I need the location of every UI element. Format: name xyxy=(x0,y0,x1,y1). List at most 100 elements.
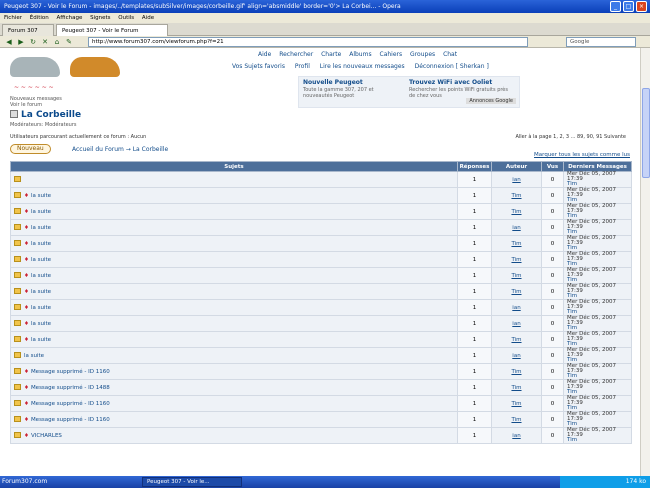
last-post-cell: Mer Déc 05, 2007 17:39 Tim xyxy=(563,411,632,428)
nav-new-posts-link[interactable]: Lire les nouveaux messages xyxy=(320,63,405,70)
menu-bookmarks[interactable]: Signets xyxy=(90,15,110,21)
tab-forum307[interactable]: Forum 307 xyxy=(2,24,54,36)
nav-logout-link[interactable]: Déconnexion [ Sherkan ] xyxy=(415,63,489,70)
author-link[interactable]: Tim xyxy=(491,331,542,348)
replies-cell: 1 xyxy=(457,331,492,348)
menu-help[interactable]: Aide xyxy=(142,15,154,21)
author-link[interactable]: Tim xyxy=(491,363,542,380)
system-tray: 174 ko xyxy=(560,476,650,488)
replies-cell: 1 xyxy=(457,315,492,332)
pagination[interactable]: Aller à la page 1, 2, 3 ... 89, 90, 91 S… xyxy=(515,134,626,140)
nav-albums-link[interactable]: Albums xyxy=(349,51,371,58)
author-link[interactable]: ian xyxy=(491,299,542,316)
close-icon[interactable]: × xyxy=(636,1,647,12)
nav-search-link[interactable]: Rechercher xyxy=(279,51,313,58)
topic-cell: ♦ Message supprimé - ID 1160 xyxy=(10,395,458,412)
header-last-post: Derniers Messages xyxy=(563,161,632,172)
new-topic-button[interactable]: Nouveau xyxy=(10,144,51,154)
views-cell: 0 xyxy=(541,395,564,412)
nav-profile-link[interactable]: Profil xyxy=(295,63,310,70)
views-cell: 0 xyxy=(541,235,564,252)
stop-icon[interactable]: ✕ xyxy=(40,37,50,47)
vertical-scrollbar[interactable] xyxy=(640,48,650,476)
nav-chat-link[interactable]: Chat xyxy=(443,51,457,58)
author-link[interactable]: Tim xyxy=(491,379,542,396)
folder-icon xyxy=(14,288,21,294)
author-link[interactable]: Tim xyxy=(491,267,542,284)
topic-cell: ♦ Message supprimé - ID 1160 xyxy=(10,411,458,428)
address-bar[interactable]: http://www.forum307.com/viewforum.php?f=… xyxy=(88,37,528,47)
last-post-user[interactable]: Tim xyxy=(567,437,628,443)
topic-link[interactable]: la suite xyxy=(31,321,51,327)
nav-notebooks-link[interactable]: Cahiers xyxy=(380,51,403,58)
forum-title-text[interactable]: La Corbeille xyxy=(21,110,81,120)
topic-link[interactable]: la suite xyxy=(31,337,51,343)
topic-link[interactable]: la suite xyxy=(31,241,51,247)
topic-link[interactable]: la suite xyxy=(31,225,51,231)
topic-link[interactable]: VICHARLES xyxy=(31,433,62,439)
topic-link[interactable]: la suite xyxy=(31,289,51,295)
topic-link[interactable]: Message supprimé - ID 1160 xyxy=(31,401,110,407)
folder-icon xyxy=(14,384,21,390)
topic-cell: ♦ Message supprimé - ID 1488 xyxy=(10,379,458,396)
author-link[interactable]: Tim xyxy=(491,235,542,252)
edit-icon[interactable]: ✎ xyxy=(64,37,74,47)
topic-link[interactable]: Message supprimé - ID 1488 xyxy=(31,385,110,391)
menu-tools[interactable]: Outils xyxy=(118,15,134,21)
author-link[interactable]: ian xyxy=(491,171,542,188)
ad-badge[interactable]: Annonces Google xyxy=(466,98,516,104)
tab-peugeot-forum[interactable]: Peugeot 307 - Voir le Forum xyxy=(56,24,168,36)
topic-link[interactable]: la suite xyxy=(31,257,51,263)
maximize-icon[interactable]: □ xyxy=(623,1,634,12)
author-link[interactable]: Tim xyxy=(491,411,542,428)
breadcrumb[interactable]: Accueil du Forum → La Corbeille xyxy=(72,146,168,153)
topic-link[interactable]: la suite xyxy=(31,193,51,199)
author-link[interactable]: ian xyxy=(491,427,542,444)
menu-view[interactable]: Affichage xyxy=(57,15,83,21)
home-icon[interactable]: ⌂ xyxy=(52,37,62,47)
back-icon[interactable]: ◀ xyxy=(4,37,14,47)
topic-link[interactable]: la suite xyxy=(31,209,51,215)
ad-right-title[interactable]: Trouvez WiFi avec Ooliet xyxy=(409,79,492,86)
search-input[interactable]: Google xyxy=(566,37,636,47)
table-row: 1 ian 0 Mer Déc 05, 2007 17:39 Tim xyxy=(10,171,632,188)
topic-link[interactable]: Message supprimé - ID 1160 xyxy=(31,369,110,375)
topic-link[interactable]: la suite xyxy=(31,305,51,311)
minimize-icon[interactable]: _ xyxy=(610,1,621,12)
taskbar-window-button[interactable]: Peugeot 307 - Voir le... xyxy=(142,477,242,487)
topic-link[interactable]: la suite xyxy=(24,353,44,359)
topics-table: Sujets Réponses Auteur Vus Derniers Mess… xyxy=(10,161,632,444)
menu-file[interactable]: Fichier xyxy=(4,15,22,21)
author-link[interactable]: Tim xyxy=(491,187,542,204)
folder-icon xyxy=(14,272,21,278)
page-title: La Corbeille xyxy=(10,110,81,120)
author-link[interactable]: ian xyxy=(491,219,542,236)
topic-cell: ♦ la suite xyxy=(10,315,458,332)
folder-icon xyxy=(14,256,21,262)
author-link[interactable]: ian xyxy=(491,347,542,364)
nav-favorites-link[interactable]: Vos Sujets favoris xyxy=(232,63,285,70)
mark-read-link[interactable]: Marquer tous les sujets comme lus xyxy=(534,152,630,158)
author-link[interactable]: Tim xyxy=(491,203,542,220)
topic-cell: ♦ la suite xyxy=(10,331,458,348)
last-post-cell: Mer Déc 05, 2007 17:39 Tim xyxy=(563,235,632,252)
nav-charter-link[interactable]: Charte xyxy=(321,51,341,58)
scrollbar-thumb[interactable] xyxy=(642,88,650,178)
author-link[interactable]: Tim xyxy=(491,283,542,300)
topic-link[interactable]: Message supprimé - ID 1160 xyxy=(31,417,110,423)
nav-help-link[interactable]: Aide xyxy=(258,51,271,58)
ad-left-title[interactable]: Nouvelle Peugeot xyxy=(303,79,363,86)
menu-bar: Fichier Édition Affichage Signets Outils… xyxy=(0,13,650,23)
last-post-cell: Mer Déc 05, 2007 17:39 Tim xyxy=(563,267,632,284)
topic-link[interactable]: la suite xyxy=(31,273,51,279)
author-link[interactable]: Tim xyxy=(491,251,542,268)
forward-icon[interactable]: ▶ xyxy=(16,37,26,47)
author-link[interactable]: Tim xyxy=(491,395,542,412)
author-link[interactable]: ian xyxy=(491,315,542,332)
replies-cell: 1 xyxy=(457,235,492,252)
views-cell: 0 xyxy=(541,331,564,348)
nav-groups-link[interactable]: Groupes xyxy=(410,51,435,58)
reload-icon[interactable]: ↻ xyxy=(28,37,38,47)
replies-cell: 1 xyxy=(457,411,492,428)
menu-edit[interactable]: Édition xyxy=(30,15,49,21)
